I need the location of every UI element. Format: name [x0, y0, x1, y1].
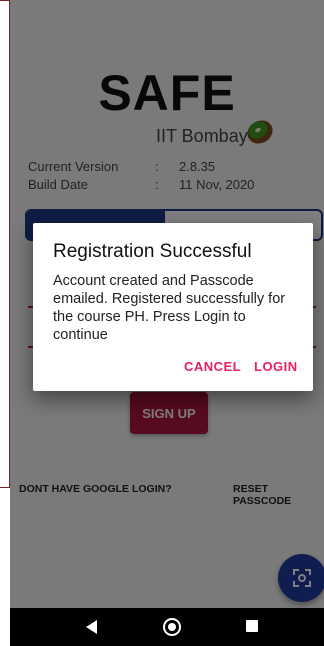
back-icon[interactable] — [86, 620, 97, 634]
dialog-title: Registration Successful — [53, 241, 252, 262]
home-icon[interactable] — [163, 618, 181, 636]
cancel-button[interactable]: CANCEL — [184, 359, 241, 374]
frame-edge-bottom — [0, 487, 10, 488]
android-nav-bar — [10, 608, 324, 646]
dialog-message: Account created and Passcode emailed. Re… — [53, 273, 286, 343]
recent-apps-icon[interactable] — [246, 620, 258, 632]
app-screen: SAFE IIT Bombay Current Version : 2.8.35… — [10, 0, 324, 608]
registration-dialog: Registration Successful Account created … — [33, 223, 313, 391]
login-button[interactable]: LOGIN — [254, 359, 298, 374]
